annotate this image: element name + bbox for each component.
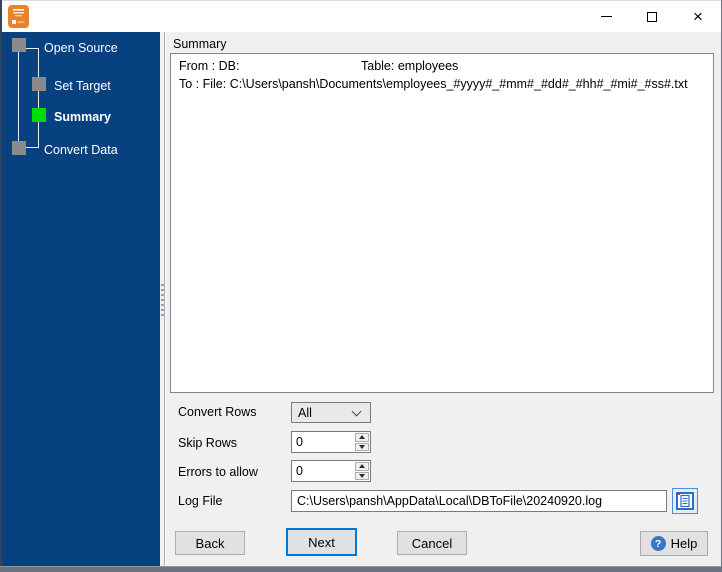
dialog-window: × Open Source Set Target Summary Convert…: [0, 0, 722, 572]
log-file-label: Log File: [178, 494, 223, 508]
errors-to-allow-input[interactable]: [292, 461, 354, 481]
splitter-handle[interactable]: [160, 32, 168, 566]
window-controls: ×: [583, 1, 721, 32]
arrow-up-icon: [359, 464, 365, 469]
group-title: Summary: [173, 37, 227, 51]
chevron-down-icon: [351, 406, 362, 416]
close-button[interactable]: ×: [675, 1, 721, 32]
log-file-input[interactable]: [291, 490, 667, 512]
cancel-button[interactable]: Cancel: [397, 531, 467, 555]
back-button-label: Back: [195, 535, 225, 551]
wizard-steps-sidebar: Open Source Set Target Summary Convert D…: [2, 32, 160, 566]
divider-highlight: [165, 32, 166, 566]
sidebar-item-set-target[interactable]: Set Target: [54, 79, 111, 93]
minimize-icon: [600, 16, 612, 17]
window-border-bottom: [0, 566, 722, 572]
help-question-icon: ?: [650, 536, 666, 551]
spin-down-button[interactable]: [355, 442, 369, 451]
convert-rows-select[interactable]: All: [291, 402, 371, 423]
sidebar-item-open-source[interactable]: Open Source: [44, 41, 118, 55]
summary-table-text: Table: employees: [361, 59, 459, 73]
help-button-label: Help: [670, 536, 698, 551]
summary-panel: Summary From : DB: Table: employees To :…: [168, 32, 720, 566]
log-file-browse-button[interactable]: [672, 488, 698, 514]
summary-memo[interactable]: From : DB: Table: employees To : File: C…: [170, 53, 714, 393]
spin-up-button[interactable]: [355, 433, 369, 442]
skip-rows-label: Skip Rows: [178, 436, 238, 450]
skip-rows-input[interactable]: [292, 432, 354, 452]
errors-to-allow-stepper: [291, 460, 371, 482]
titlebar[interactable]: ×: [2, 1, 721, 32]
convert-rows-value: All: [298, 405, 312, 420]
next-button-label: Next: [308, 534, 335, 550]
close-icon: ×: [693, 7, 703, 26]
convert-rows-label: Convert Rows: [178, 405, 257, 419]
step-indicator-summary[interactable]: [32, 108, 46, 122]
step-indicator-set-target[interactable]: [32, 77, 46, 91]
tree-connector: [26, 48, 39, 49]
minimize-button[interactable]: [583, 1, 629, 32]
skip-rows-stepper: [291, 431, 371, 453]
maximize-icon: [647, 11, 657, 22]
spin-down-button[interactable]: [355, 471, 369, 480]
arrow-up-icon: [359, 435, 365, 440]
app-icon: [8, 5, 29, 31]
step-indicator-open-source[interactable]: [12, 38, 26, 52]
next-button[interactable]: Next: [286, 528, 357, 556]
back-button[interactable]: Back: [175, 531, 245, 555]
sidebar-item-summary[interactable]: Summary: [54, 110, 111, 124]
errors-to-allow-label: Errors to allow: [178, 465, 258, 479]
summary-to-text: To : File: C:\Users\pansh\Documents\empl…: [179, 77, 688, 91]
document-icon: [676, 492, 694, 510]
cancel-button-label: Cancel: [411, 535, 453, 551]
spin-buttons: [354, 461, 370, 481]
summary-from-text: From : DB:: [179, 59, 240, 73]
arrow-down-icon: [359, 473, 365, 478]
spin-buttons: [354, 432, 370, 452]
window-border-left: [0, 0, 2, 572]
maximize-button[interactable]: [629, 1, 675, 32]
sidebar-item-convert-data[interactable]: Convert Data: [44, 143, 118, 157]
spin-up-button[interactable]: [355, 462, 369, 471]
arrow-down-icon: [359, 444, 365, 449]
tree-connector: [38, 48, 39, 148]
step-indicator-convert-data[interactable]: [12, 141, 26, 155]
help-button[interactable]: ? Help: [640, 531, 708, 556]
tree-connector: [26, 147, 39, 148]
tree-connector: [18, 52, 19, 147]
